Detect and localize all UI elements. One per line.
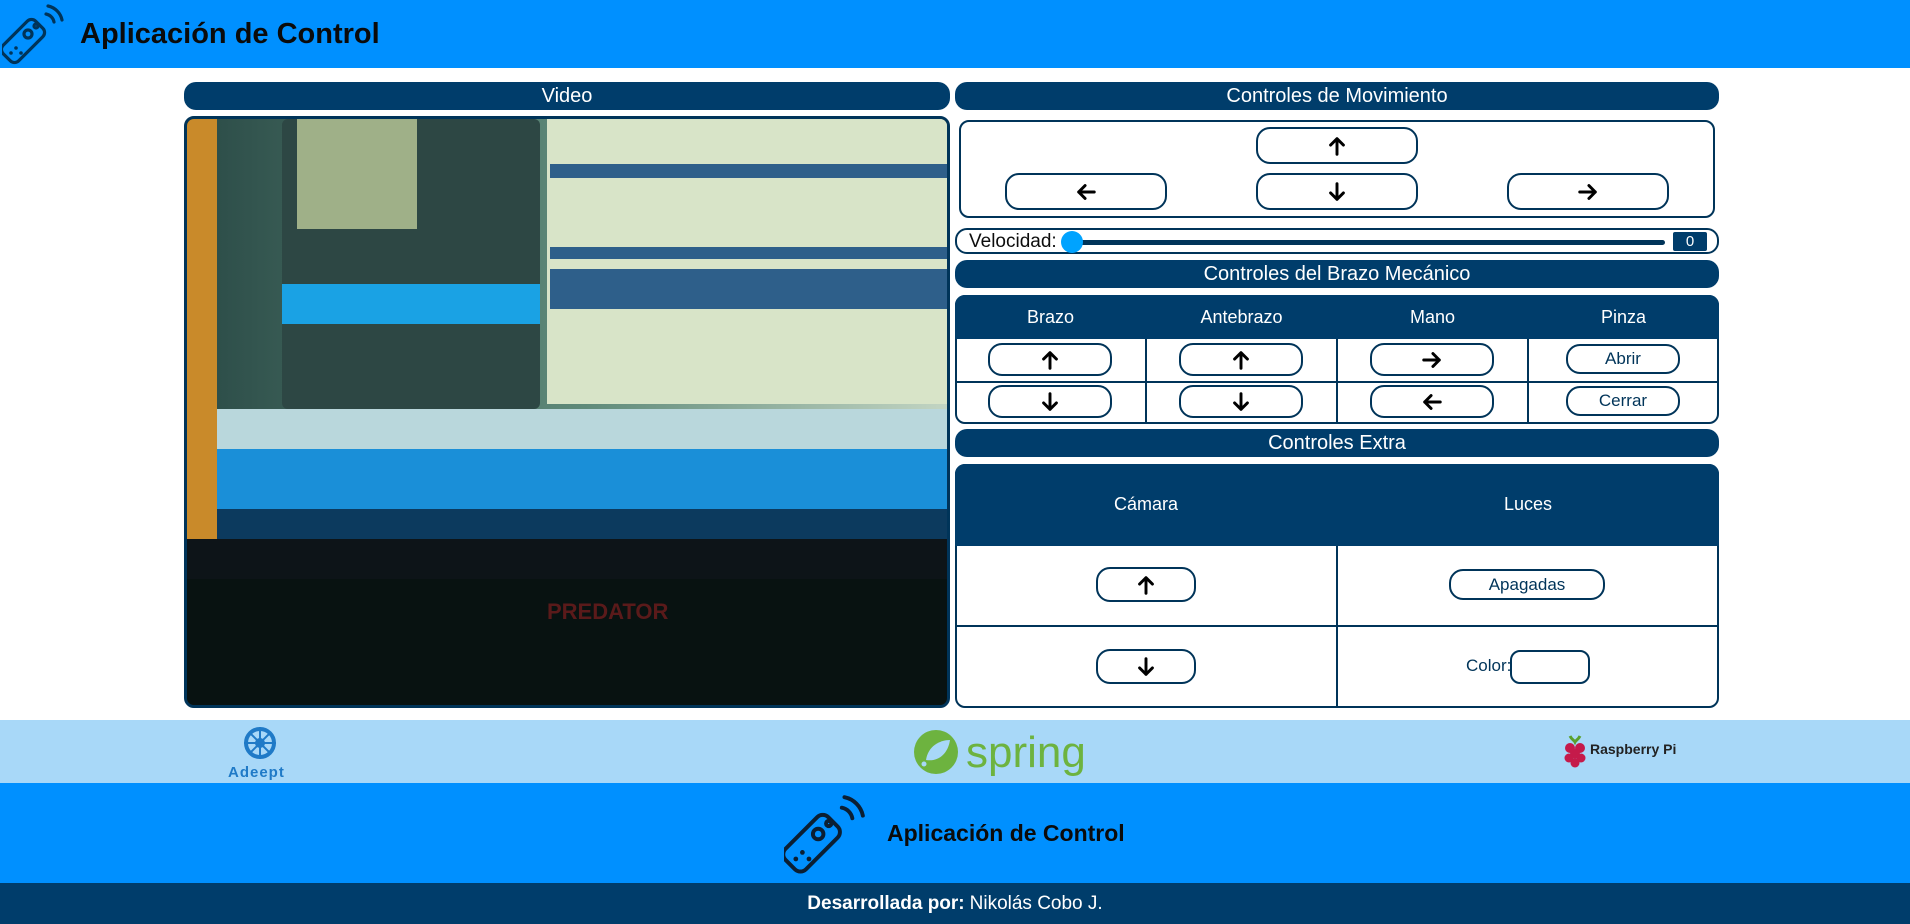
footer-banner: Aplicación de Control [0,783,1910,883]
adeept-logo: Adeept [226,724,296,781]
arrow-down-icon [1138,656,1154,676]
extras-col-divider [1336,546,1338,708]
forearm-down-button[interactable] [1179,385,1303,418]
lights-toggle-button[interactable]: Apagadas [1449,569,1605,600]
arm-col-mano: Mano [1409,307,1456,327]
speed-control: Velocidad: 0 [955,228,1719,254]
developer-credit: Desarrollada por: Nikolás Cobo J. [0,883,1910,924]
arm-header-row: Brazo Antebrazo Mano Pinza [955,295,1719,339]
adeept-logo-text: Adeept [228,764,285,781]
arrow-up-icon [1329,136,1345,156]
extras-col-lights: Luces [1503,494,1553,514]
arm-col-antebrazo: Antebrazo [1200,307,1283,327]
grip-open-button[interactable]: Abrir [1566,344,1680,374]
speed-slider-handle[interactable] [1061,231,1083,253]
speed-slider-track[interactable] [1071,240,1665,245]
move-right-button[interactable] [1507,173,1669,210]
remote-control-icon [784,795,865,874]
color-picker-input[interactable] [1510,650,1590,684]
raspberry-icon [1564,735,1586,768]
video-feed: PREDATOR [184,116,950,708]
arm-title: Controles del Brazo Mecánico [955,260,1719,288]
hand-right-button[interactable] [1370,343,1494,376]
arm-col-divider [1336,339,1338,424]
arrow-right-icon [1578,183,1597,200]
arrow-up-icon [1042,350,1058,370]
credit-label: Desarrollada por: [807,892,965,914]
spring-logo-text: spring [966,728,1086,777]
video-title: Video [184,82,950,110]
hand-left-button[interactable] [1370,385,1494,418]
color-label: Color: [1466,656,1512,675]
move-backward-button[interactable] [1256,173,1418,210]
arrow-down-icon [1042,391,1058,411]
extras-title: Controles Extra [955,429,1719,457]
partner-logos-strip: Adeept spring Raspberry Pi [0,720,1910,783]
arrow-up-icon [1138,575,1154,595]
forearm-up-button[interactable] [1179,343,1303,376]
arrow-right-icon [1422,351,1441,368]
adeept-icon [244,727,276,759]
arm-col-pinza: Pinza [1600,307,1647,327]
arm-down-button[interactable] [988,385,1112,418]
camera-up-button[interactable] [1096,567,1196,602]
extras-header-row: Cámara Luces [955,464,1719,546]
arrow-left-icon [1077,183,1096,200]
arm-col-divider [1145,339,1147,424]
movement-panel [959,120,1715,218]
speed-label: Velocidad: [969,231,1057,252]
move-left-button[interactable] [1005,173,1167,210]
raspberry-pi-logo: Raspberry Pi [1562,734,1682,770]
camera-down-button[interactable] [1096,649,1196,684]
credit-name: Nikolás Cobo J. [969,892,1103,914]
arrow-left-icon [1423,393,1442,410]
arm-up-button[interactable] [988,343,1112,376]
arrow-down-icon [1233,391,1249,411]
svg-text:PREDATOR: PREDATOR [547,599,669,624]
arm-col-brazo: Brazo [1026,307,1075,327]
arm-col-divider [1527,339,1529,424]
app-title: Aplicación de Control [80,17,380,50]
grip-close-button[interactable]: Cerrar [1566,386,1680,416]
top-header: Aplicación de Control [0,0,1910,68]
video-frame: PREDATOR [187,119,947,705]
remote-control-icon [2,4,64,65]
arrow-down-icon [1329,181,1345,201]
spring-leaf-icon [914,730,958,774]
spring-logo: spring [912,728,1092,778]
move-forward-button[interactable] [1256,127,1418,164]
arrow-up-icon [1233,350,1249,370]
movement-title: Controles de Movimiento [955,82,1719,110]
speed-value: 0 [1673,232,1707,251]
extras-col-camera: Cámara [1113,494,1179,514]
footer-title: Aplicación de Control [887,820,1125,846]
raspberry-pi-text: Raspberry Pi [1590,741,1677,757]
